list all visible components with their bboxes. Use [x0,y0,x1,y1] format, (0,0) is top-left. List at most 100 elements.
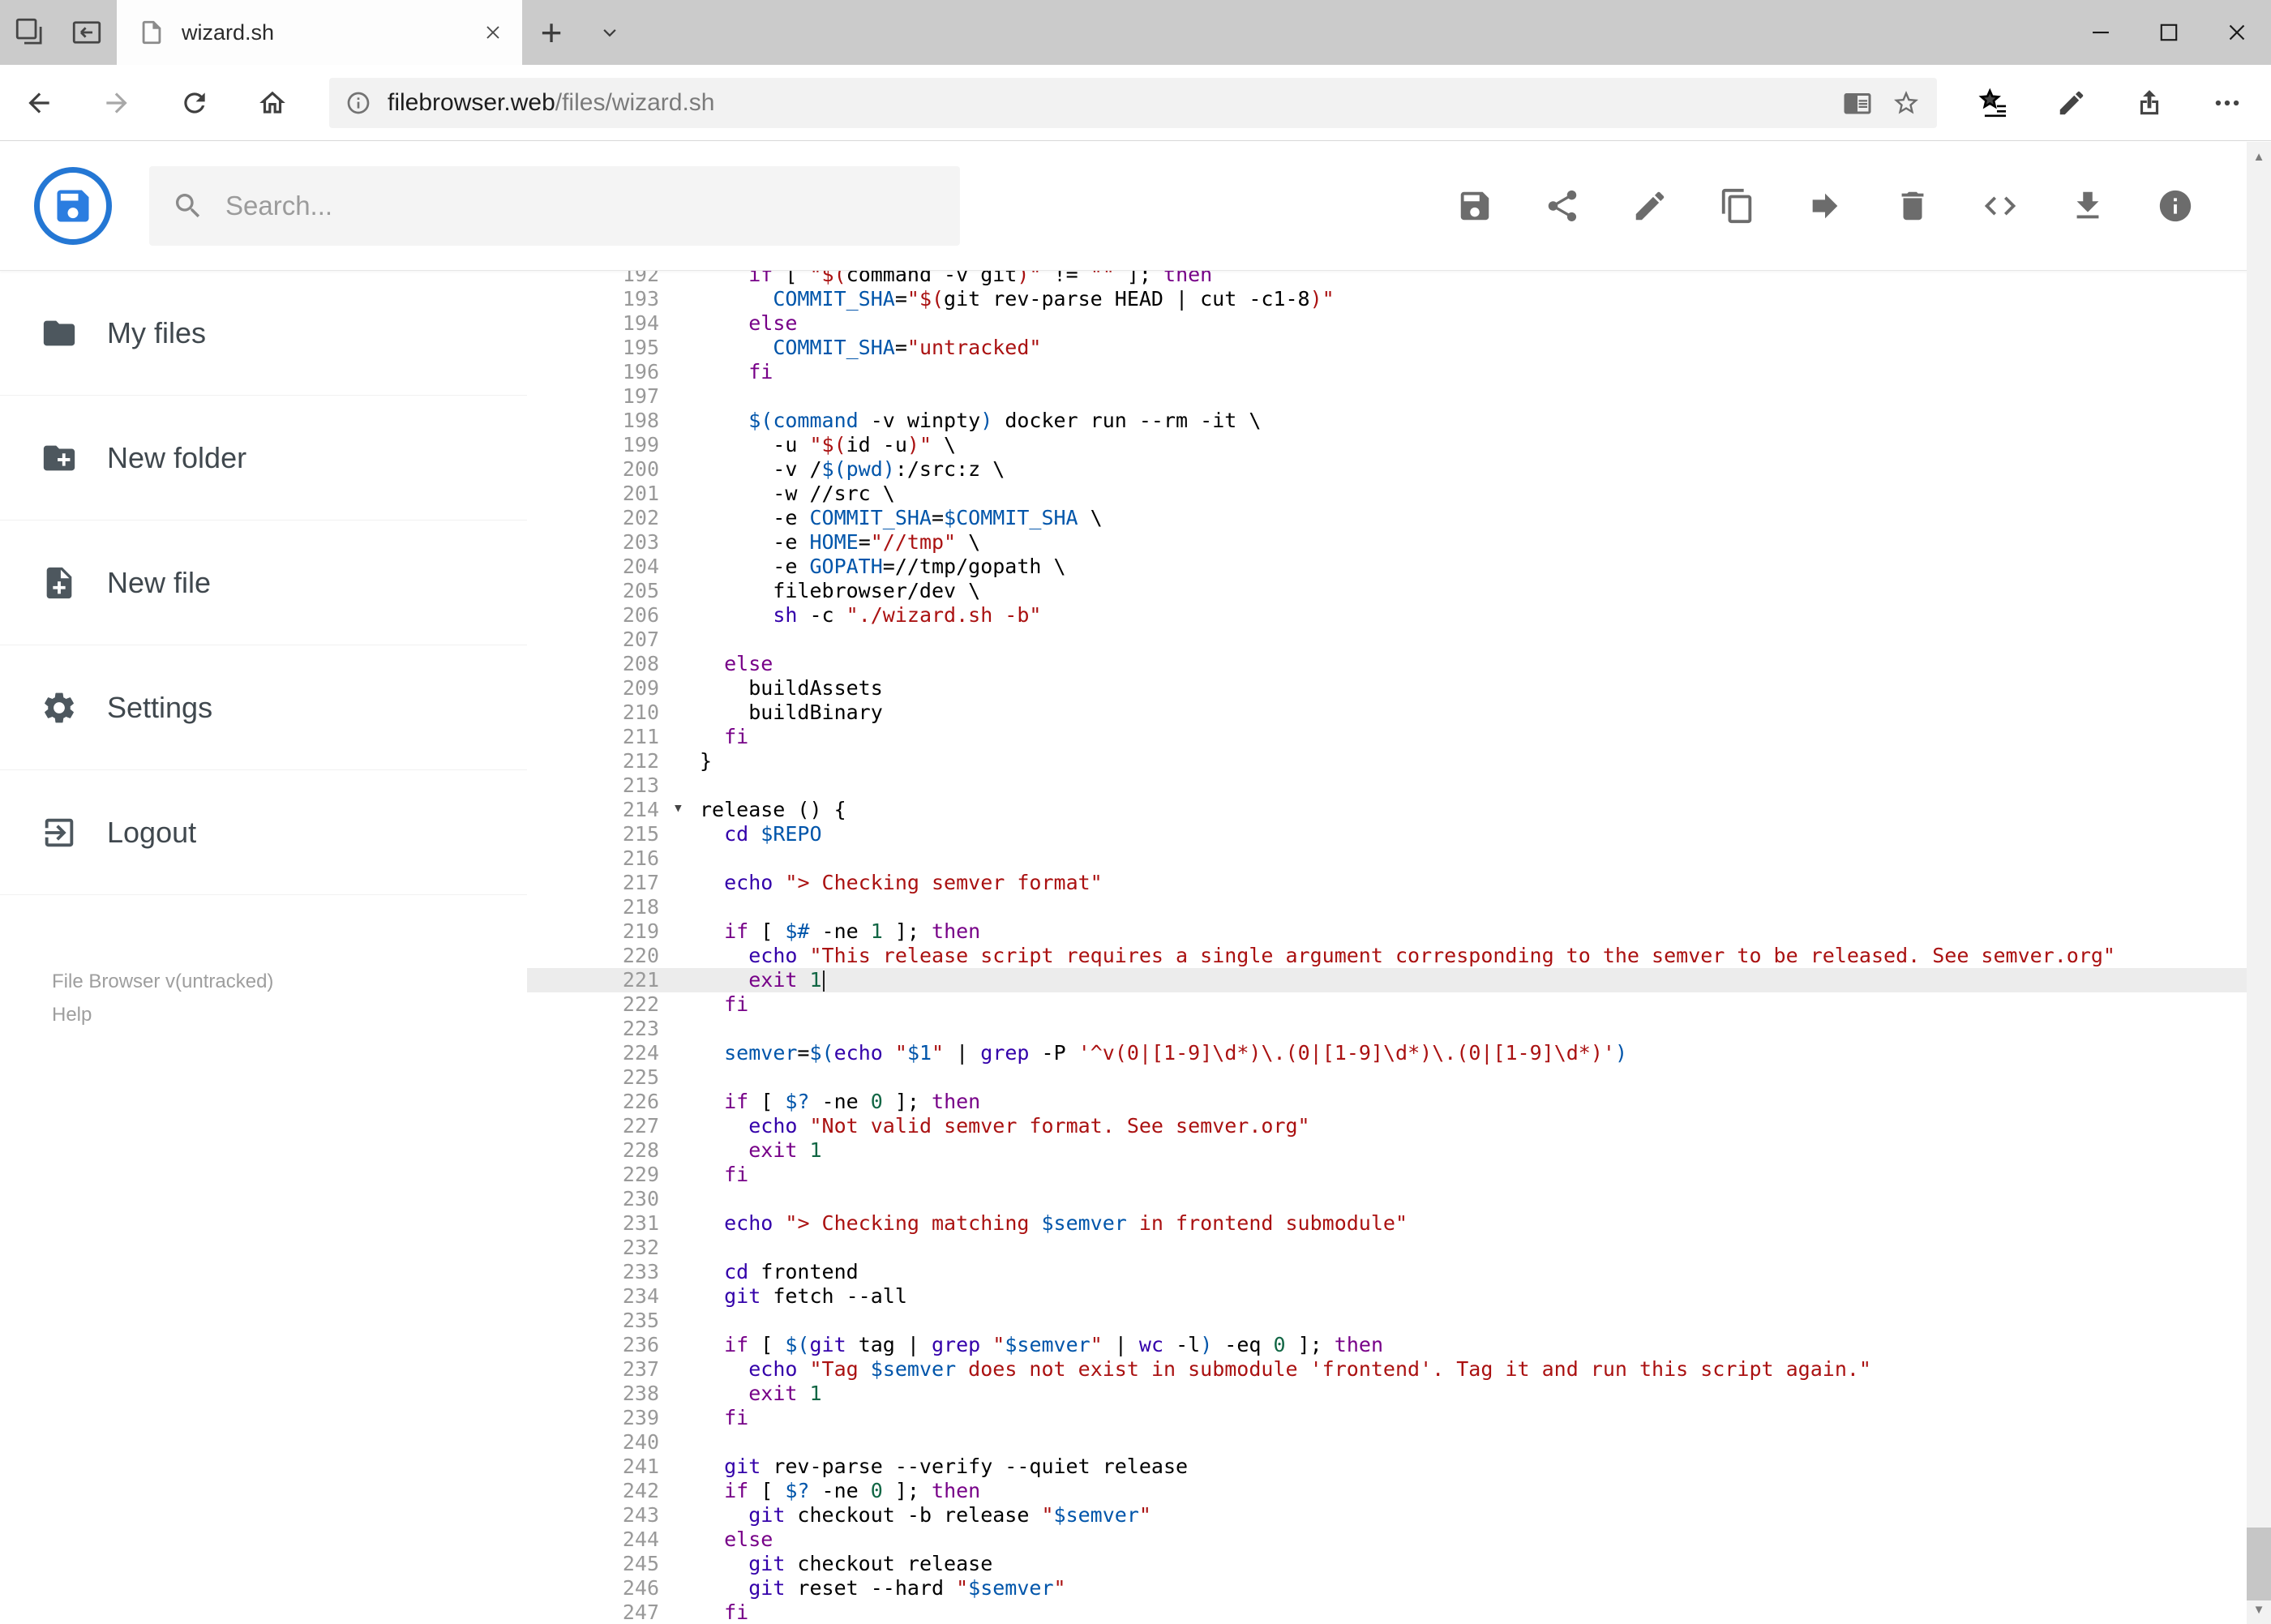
code-line[interactable]: 212} [527,749,2271,773]
code-line[interactable]: 197 [527,384,2271,409]
code-line[interactable]: 218 [527,895,2271,919]
code-line[interactable]: 229 fi [527,1163,2271,1187]
code-line[interactable]: 217 echo "> Checking semver format" [527,871,2271,895]
web-note-pen-icon[interactable] [2033,65,2110,140]
code-line[interactable]: 207 [527,628,2271,652]
code-line[interactable]: 226 if [ $? -ne 0 ]; then [527,1090,2271,1114]
code-line[interactable]: 215 cd $REPO [527,822,2271,846]
code-line[interactable]: 232 [527,1236,2271,1260]
filebrowser-logo[interactable] [34,166,112,245]
back-button[interactable] [0,65,78,140]
code-line[interactable]: 194 else [527,311,2271,336]
sidebar-item-settings[interactable]: Settings [0,645,527,770]
delete-button[interactable] [1894,187,1931,225]
code-line[interactable]: 214 ▾ release () { [527,798,2271,822]
code-line[interactable]: 204 -e GOPATH=//tmp/gopath \ [527,555,2271,579]
code-view-button[interactable] [1982,187,2019,225]
code-line[interactable]: 237 echo "Tag $semver does not exist in … [527,1357,2271,1382]
code-line[interactable]: 233 cd frontend [527,1260,2271,1284]
code-line[interactable]: 202 -e COMMIT_SHA=$COMMIT_SHA \ [527,506,2271,530]
code-line[interactable]: 209 buildAssets [527,676,2271,701]
code-line[interactable]: 235 [527,1309,2271,1333]
close-button[interactable] [2203,0,2271,65]
minimize-button[interactable] [2067,0,2135,65]
code-line[interactable]: 208 else [527,652,2271,676]
code-line[interactable]: 210 buildBinary [527,701,2271,725]
scrollbar-down-arrow-icon[interactable]: ▼ [2247,1595,2271,1624]
site-info-icon[interactable] [345,90,371,116]
code-line[interactable]: 205 filebrowser/dev \ [527,579,2271,603]
tabs-set-aside-list-icon[interactable] [13,15,47,49]
refresh-button[interactable] [156,65,234,140]
code-line[interactable]: 242 if [ $? -ne 0 ]; then [527,1479,2271,1503]
code-line[interactable]: 222 fi [527,992,2271,1017]
code-line[interactable]: 219 if [ $# -ne 1 ]; then [527,919,2271,944]
code-line[interactable]: 238 exit 1 [527,1382,2271,1406]
more-options-icon[interactable] [2188,65,2266,140]
code-line[interactable]: 246 git reset --hard "$semver" [527,1576,2271,1600]
forward-button[interactable] [78,65,156,140]
code-line[interactable]: 234 git fetch --all [527,1284,2271,1309]
code-line[interactable]: 206 sh -c "./wizard.sh -b" [527,603,2271,628]
maximize-button[interactable] [2135,0,2203,65]
code-line[interactable]: 200 -v /$(pwd):/src:z \ [527,457,2271,482]
code-line[interactable]: 196 fi [527,360,2271,384]
code-line[interactable]: 193 COMMIT_SHA="$(git rev-parse HEAD | c… [527,287,2271,311]
tab-close-icon[interactable] [482,21,504,44]
fold-arrow-icon[interactable]: ▾ [673,796,683,821]
code-line[interactable]: 220 echo "This release script requires a… [527,944,2271,968]
sidebar-item-new-file[interactable]: New file [0,521,527,645]
sidebar-item-new-folder[interactable]: New folder [0,396,527,521]
code-line[interactable]: 236 if [ $(git tag | grep "$semver" | wc… [527,1333,2271,1357]
home-button[interactable] [234,65,311,140]
code-line[interactable]: 195 COMMIT_SHA="untracked" [527,336,2271,360]
set-tabs-aside-icon[interactable] [70,15,104,49]
scrollbar-thumb[interactable] [2247,1528,2271,1600]
code-line[interactable]: 240 [527,1430,2271,1455]
code-line[interactable]: 224 semver=$(echo "$1" | grep -P '^v(0|[… [527,1041,2271,1065]
code-line[interactable]: 201 -w //src \ [527,482,2271,506]
reading-view-icon[interactable] [1843,88,1872,118]
help-link[interactable]: Help [52,1000,92,1030]
scrollbar-up-arrow-icon[interactable]: ▲ [2247,142,2271,171]
browser-tab[interactable]: wizard.sh [117,0,522,65]
copy-button[interactable] [1719,187,1756,225]
code-line[interactable]: 243 git checkout -b release "$semver" [527,1503,2271,1528]
code-line[interactable]: 230 [527,1187,2271,1211]
code-line[interactable]: 223 [527,1017,2271,1041]
code-line[interactable]: 245 git checkout release [527,1552,2271,1576]
sidebar-item-logout[interactable]: Logout [0,770,527,895]
address-bar[interactable]: filebrowser.web/files/wizard.sh [329,77,1937,128]
code-line[interactable]: 225 [527,1065,2271,1090]
page-scrollbar[interactable]: ▲ ▼ [2247,142,2271,1624]
favorite-star-icon[interactable] [1892,88,1921,118]
download-button[interactable] [2069,187,2106,225]
edit-button[interactable] [1631,187,1669,225]
code-line[interactable]: 228 exit 1 [527,1138,2271,1163]
code-line[interactable]: 216 [527,846,2271,871]
info-button[interactable] [2157,187,2194,225]
code-line[interactable]: 213 [527,773,2271,798]
hub-favorites-icon[interactable] [1955,65,2033,140]
code-line[interactable]: 198 $(command -v winpty) docker run --rm… [527,409,2271,433]
code-editor[interactable]: 192 if [ "$(command -v git)" != "" ]; th… [527,271,2271,1624]
share-icon[interactable] [2110,65,2188,140]
code-line[interactable]: 247 fi [527,1600,2271,1624]
code-line[interactable]: 203 -e HOME="//tmp" \ [527,530,2271,555]
code-line[interactable]: 192 if [ "$(command -v git)" != "" ]; th… [527,271,2271,287]
code-line[interactable]: 211 fi [527,725,2271,749]
code-line[interactable]: 227 echo "Not valid semver format. See s… [527,1114,2271,1138]
code-line[interactable]: 199 -u "$(id -u)" \ [527,433,2271,457]
code-line[interactable]: 231 echo "> Checking matching $semver in… [527,1211,2271,1236]
code-line[interactable]: 239 fi [527,1406,2271,1430]
search-input[interactable] [225,190,937,221]
share-button[interactable] [1544,187,1581,225]
save-button[interactable] [1456,187,1493,225]
sidebar-item-my-files[interactable]: My files [0,271,527,396]
code-line[interactable]: 241 git rev-parse --verify --quiet relea… [527,1455,2271,1479]
search-bar[interactable] [149,165,960,246]
code-line[interactable]: 244 else [527,1528,2271,1552]
new-tab-button[interactable]: + [522,0,581,65]
tab-list-chevron-icon[interactable] [581,0,639,65]
move-button[interactable] [1806,187,1844,225]
